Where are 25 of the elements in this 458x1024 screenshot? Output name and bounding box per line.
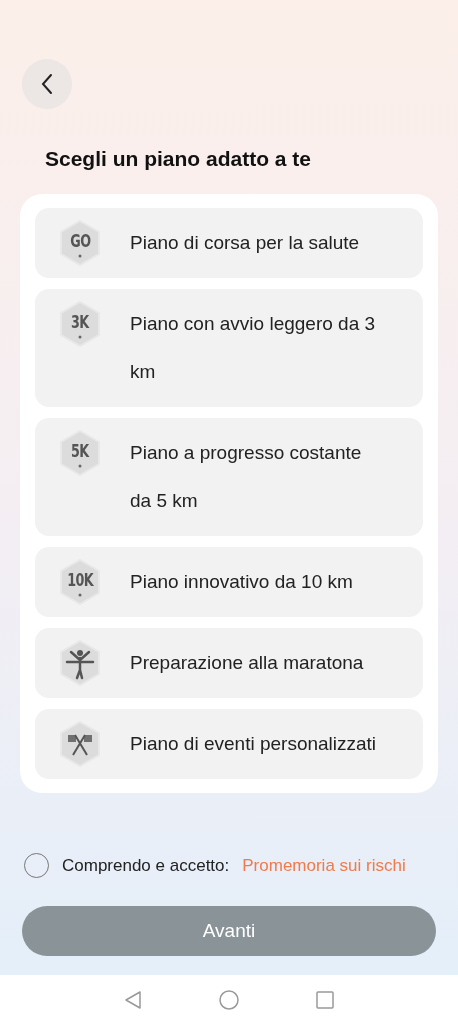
plan-option[interactable]: 5K Piano a progresso costante da 5 km	[35, 418, 423, 536]
plan-title: Preparazione alla maratona	[130, 651, 364, 675]
distance-badge-icon: 5K	[59, 430, 101, 476]
plan-option[interactable]: Piano di eventi personalizzati	[35, 709, 423, 779]
distance-badge-icon: GO	[59, 220, 101, 266]
back-icon	[40, 73, 54, 95]
distance-badge-icon: 10K	[59, 559, 101, 605]
plan-title: Piano di eventi personalizzati	[130, 732, 377, 756]
plan-title: Piano a progresso costante da 5 km	[130, 441, 362, 513]
distance-badge-icon: 3K	[59, 301, 101, 347]
back-nav-icon[interactable]	[124, 989, 142, 1010]
consent-label: Comprendo e accetto:	[62, 854, 230, 877]
recents-nav-icon[interactable]	[316, 990, 334, 1009]
finish-line-runner-icon	[59, 640, 101, 686]
plan-option[interactable]: Preparazione alla maratona	[35, 628, 423, 698]
plan-option[interactable]: 3K Piano con avvio leggero da 3 km	[35, 289, 423, 407]
checkered-flags-icon	[59, 721, 101, 767]
plan-option[interactable]: 10K Piano innovativo da 10 km	[35, 547, 423, 617]
page-title: Scegli un piano adatto a te	[45, 147, 313, 171]
plan-title: Piano innovativo da 10 km	[130, 570, 353, 594]
plan-title: Piano di corsa per la salute	[130, 231, 360, 255]
home-nav-icon[interactable]	[219, 989, 239, 1010]
plan-option[interactable]: GO Piano di corsa per la salute	[35, 208, 423, 278]
plan-title: Piano con avvio leggero da 3 km	[130, 312, 376, 384]
back-button[interactable]	[22, 59, 72, 109]
